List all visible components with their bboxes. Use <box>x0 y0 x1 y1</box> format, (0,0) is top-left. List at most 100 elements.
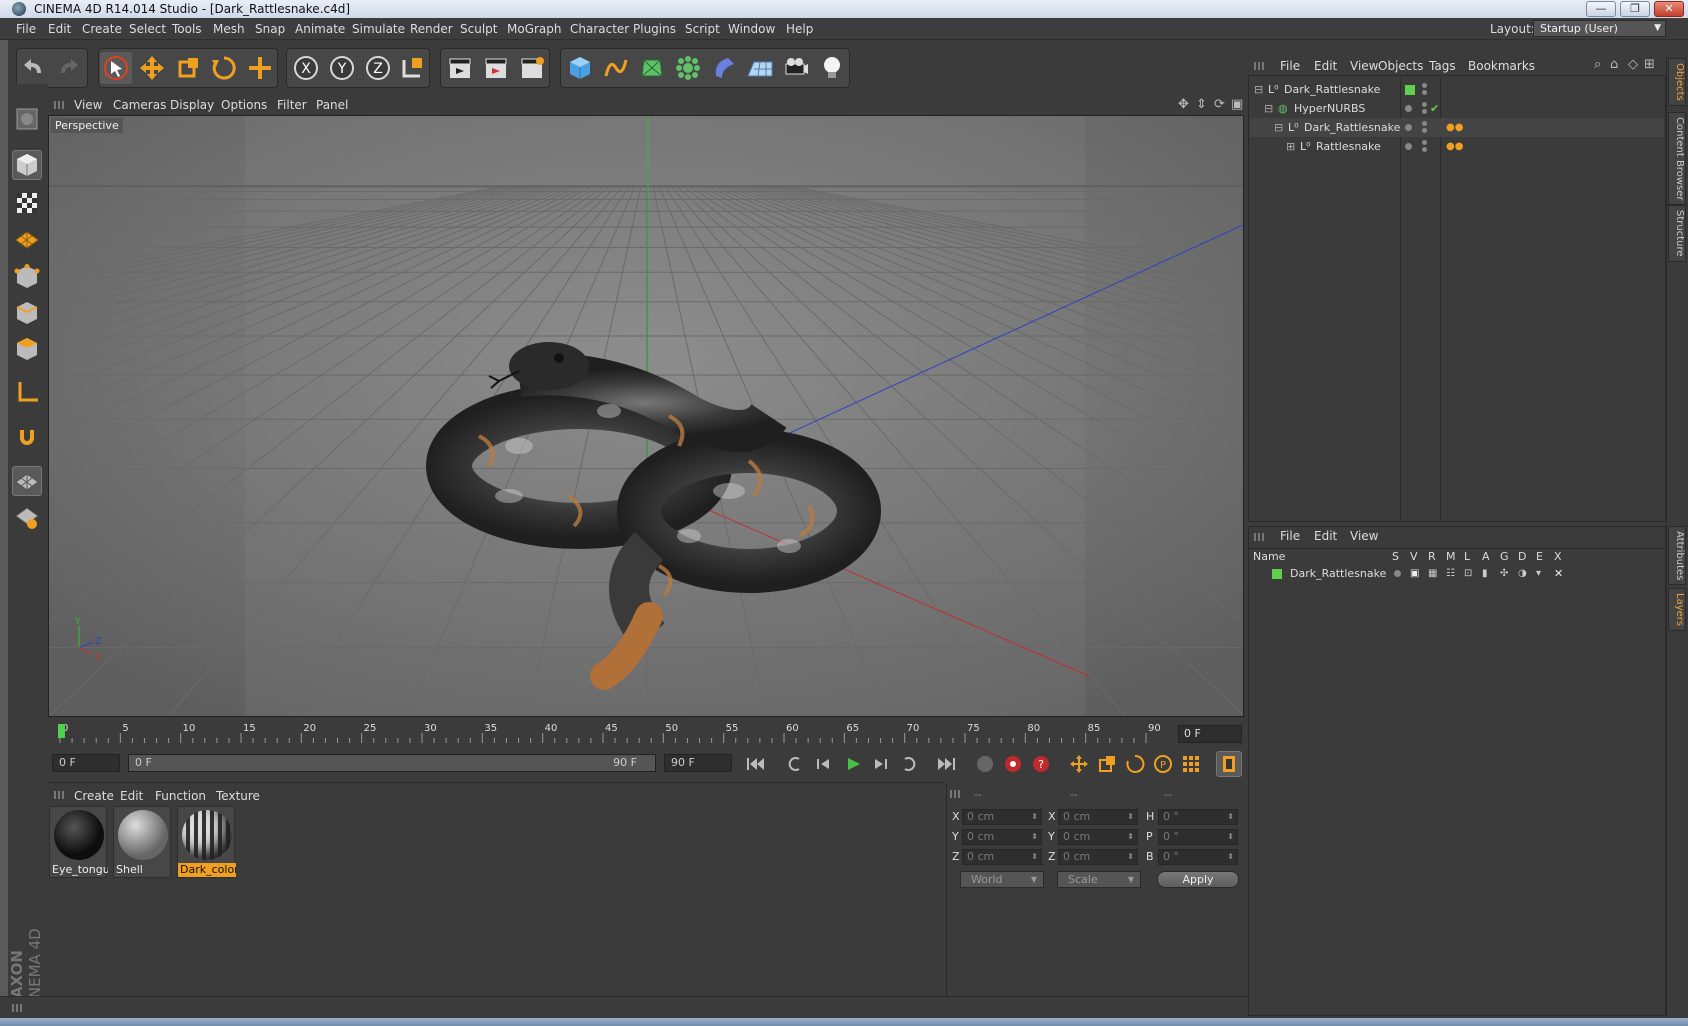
animation-icon[interactable]: ▮ <box>1482 564 1488 583</box>
collapse-icon[interactable]: ◇ <box>1628 57 1638 72</box>
visibility-editor-dot[interactable] <box>1422 140 1427 145</box>
viewport-menu-panel[interactable]: Panel <box>316 98 348 112</box>
model-mode-button[interactable] <box>12 150 42 180</box>
position-y-field[interactable]: 0 cm ⬍ <box>962 829 1042 845</box>
viewport-zoom-icon[interactable]: ⇕ <box>1196 97 1207 112</box>
layer-col-xref[interactable]: X <box>1554 550 1562 563</box>
material-tag-icon[interactable]: ●● <box>1446 118 1463 137</box>
tab-layers[interactable]: Layers <box>1668 588 1686 632</box>
layout-dropdown[interactable]: Startup (User) ▼ <box>1533 20 1666 37</box>
viewport-rotate-icon[interactable]: ⟳ <box>1214 97 1225 112</box>
tab-structure[interactable]: Structure <box>1668 205 1686 262</box>
visibility-editor-dot[interactable] <box>1422 83 1427 88</box>
object-menu-tags[interactable]: Tags <box>1429 59 1456 73</box>
apply-button[interactable]: Apply <box>1157 871 1239 888</box>
camera-label[interactable]: Perspective <box>51 118 123 133</box>
layer-col-deformers[interactable]: D <box>1518 550 1526 563</box>
light-object-button[interactable] <box>816 52 848 84</box>
menu-snap[interactable]: Snap <box>255 22 285 36</box>
next-key-button[interactable] <box>896 751 922 777</box>
maximize-button[interactable]: ❐ <box>1620 1 1650 17</box>
coordinate-space-dropdown[interactable]: World ▼ <box>960 871 1044 888</box>
object-row-hypernurbs[interactable]: ⊟ ◍ HyperNURBS ✔ <box>1250 99 1664 118</box>
size-z-field[interactable]: 0 cm ⬍ <box>1058 849 1138 865</box>
previous-key-button[interactable] <box>782 751 808 777</box>
deformer-button[interactable] <box>708 52 740 84</box>
lock-icon[interactable]: ⊡ <box>1464 564 1472 583</box>
workplane-lock-button[interactable] <box>12 502 42 532</box>
material-menu-function[interactable]: Function <box>155 789 206 803</box>
visibility-render-dot[interactable] <box>1422 90 1427 95</box>
home-icon[interactable]: ⌂ <box>1610 57 1618 72</box>
start-frame-field[interactable]: 0 F <box>52 754 120 772</box>
key-scale-button[interactable] <box>1094 751 1120 777</box>
menu-character[interactable]: Character <box>570 22 629 36</box>
layer-col-manager[interactable]: M <box>1446 550 1456 563</box>
position-z-field[interactable]: 0 cm ⬍ <box>962 849 1042 865</box>
end-frame-field[interactable]: 90 F <box>664 754 732 772</box>
material-dark-color[interactable]: Dark_color <box>177 806 236 878</box>
3d-viewport[interactable]: Y Z X Perspective <box>48 115 1244 717</box>
object-row-dark-rattlesnake-child[interactable]: ⊟ L⁰ Dark_Rattlesnake ●● <box>1250 118 1664 137</box>
object-menu-bookmarks[interactable]: Bookmarks <box>1468 59 1535 73</box>
render-icon[interactable]: ▦ <box>1428 564 1437 583</box>
visibility-render-dot[interactable] <box>1422 109 1427 114</box>
layer-col-expressions[interactable]: E <box>1536 550 1543 563</box>
layer-menu-view[interactable]: View <box>1350 529 1378 543</box>
previous-frame-button[interactable] <box>810 751 836 777</box>
viewport-menu-filter[interactable]: Filter <box>277 98 307 112</box>
new-panel-icon[interactable]: ⊞ <box>1644 57 1655 72</box>
tab-attributes[interactable]: Attributes <box>1668 526 1686 586</box>
scale-tool-button[interactable] <box>172 52 204 84</box>
object-menu-view[interactable]: View <box>1350 59 1378 73</box>
floor-object-button[interactable] <box>744 52 776 84</box>
preview-range-slider[interactable]: 0 F 90 F <box>128 754 656 772</box>
layer-color-swatch[interactable] <box>1272 569 1282 579</box>
autokey-button[interactable]: ? <box>1028 751 1054 777</box>
current-frame-field[interactable]: 0 F <box>1178 725 1242 743</box>
layer-col-render[interactable]: R <box>1428 550 1436 563</box>
move-tool-button[interactable] <box>136 52 168 84</box>
rotation-p-field[interactable]: 0 ° ⬍ <box>1158 829 1238 845</box>
rotate-tool-button[interactable] <box>208 52 240 84</box>
size-mode-dropdown[interactable]: Scale ▼ <box>1057 871 1141 888</box>
polygons-mode-button[interactable] <box>12 334 42 364</box>
recent-tool-button[interactable] <box>244 52 276 84</box>
material-menu-edit[interactable]: Edit <box>120 789 143 803</box>
xref-icon[interactable]: ✕ <box>1554 564 1563 583</box>
menu-window[interactable]: Window <box>728 22 775 36</box>
record-active-button[interactable] <box>1000 751 1026 777</box>
generator-icon[interactable]: ✣ <box>1500 564 1508 583</box>
object-row-dark-rattlesnake-root[interactable]: ⊟ L⁰ Dark_Rattlesnake <box>1250 80 1664 99</box>
material-menu-create[interactable]: Create <box>74 789 114 803</box>
workplane-mode-button[interactable] <box>12 224 42 254</box>
layer-col-locked[interactable]: L <box>1464 550 1470 563</box>
object-menu-file[interactable]: File <box>1280 59 1300 73</box>
next-frame-button[interactable] <box>868 751 894 777</box>
layer-col-animation[interactable]: A <box>1482 550 1490 563</box>
menu-select[interactable]: Select <box>129 22 166 36</box>
key-rotation-button[interactable] <box>1122 751 1148 777</box>
expand-toggle-icon[interactable]: ⊟ <box>1264 99 1273 118</box>
menu-mesh[interactable]: Mesh <box>213 22 245 36</box>
tweak-mode-button[interactable] <box>12 422 42 452</box>
go-to-end-button[interactable] <box>934 751 960 777</box>
coordinate-system-button[interactable] <box>396 52 428 84</box>
expand-toggle-icon[interactable]: ⊞ <box>1286 137 1295 156</box>
enabled-check-icon[interactable]: ✔ <box>1430 99 1439 118</box>
position-x-field[interactable]: 0 cm ⬍ <box>962 809 1042 825</box>
timeline-scheme-button[interactable] <box>1216 751 1242 777</box>
spline-pen-button[interactable] <box>600 52 632 84</box>
layer-col-visible[interactable]: V <box>1410 550 1418 563</box>
layer-col-generators[interactable]: G <box>1500 550 1509 563</box>
viewport-menu-display[interactable]: Display <box>170 98 214 112</box>
expand-toggle-icon[interactable]: ⊟ <box>1274 118 1283 137</box>
layer-col-name[interactable]: Name <box>1253 550 1285 563</box>
rotation-b-field[interactable]: 0 ° ⬍ <box>1158 849 1238 865</box>
object-row-rattlesnake[interactable]: ⊞ L⁰ Rattlesnake ●● <box>1250 137 1664 156</box>
eye-icon[interactable]: ▣ <box>1410 564 1419 583</box>
timeline-ruler[interactable]: 0 5 10 15 20 25 30 35 40 45 50 55 60 65 70 75 80 85 90 <box>52 719 1176 749</box>
layer-col-solo[interactable]: S <box>1392 550 1399 563</box>
render-settings-button[interactable] <box>516 52 548 84</box>
key-position-button[interactable] <box>1066 751 1092 777</box>
